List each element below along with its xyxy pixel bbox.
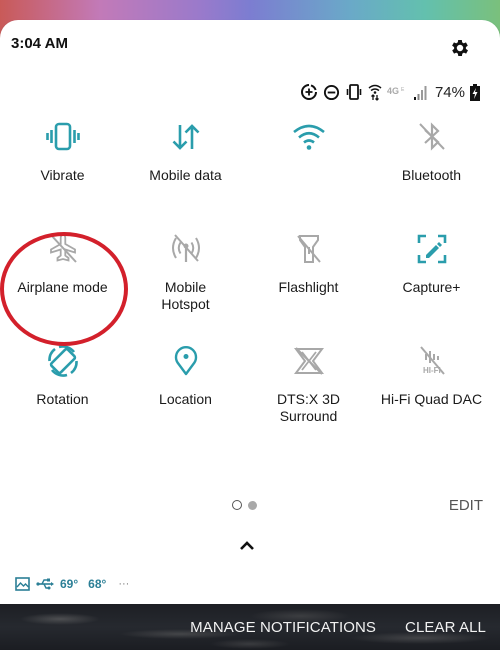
tile-label: Vibrate [40, 167, 85, 183]
tile-airplane-mode[interactable]: Airplane mode [1, 230, 124, 342]
do-not-disturb-icon [323, 84, 340, 100]
page-indicator[interactable] [232, 500, 257, 510]
usb-icon [36, 578, 54, 590]
tile-label: Bluetooth [401, 167, 462, 183]
vibrate-icon [346, 84, 362, 100]
data-saver-icon [300, 84, 317, 100]
svg-text:E: E [401, 87, 405, 93]
airplane-off-icon [46, 232, 80, 266]
collapse-chevron-up-icon[interactable] [239, 540, 255, 552]
tile-mobile-hotspot[interactable]: Mobile Hotspot [124, 230, 247, 342]
tile-label: Rotation [36, 391, 89, 407]
tile-wifi[interactable] [247, 118, 370, 230]
clear-all-button[interactable]: CLEAR ALL [405, 619, 486, 636]
vibrate-icon [45, 120, 80, 154]
notification-footer: MANAGE NOTIFICATIONS CLEAR ALL [0, 604, 500, 650]
capture-plus-icon [415, 232, 449, 266]
battery-charging-icon [470, 83, 480, 101]
battery-percent: 74% [434, 83, 465, 101]
status-icons-row: 4G E 74% [300, 82, 480, 102]
weather-temp-high: 69° [60, 577, 79, 591]
page-dot-2[interactable] [248, 500, 257, 510]
tile-label: Airplane mode [17, 279, 108, 295]
mobile-data-icon [169, 120, 203, 154]
clock: 3:04 AM [11, 35, 68, 52]
manage-notifications-button[interactable]: MANAGE NOTIFICATIONS [190, 619, 376, 636]
tile-hifi-quad-dac[interactable]: HI-FI Hi-Fi Quad DAC [370, 342, 493, 454]
tile-location[interactable]: Location [124, 342, 247, 454]
tile-vibrate[interactable]: Vibrate [1, 118, 124, 230]
tile-flashlight[interactable]: Flashlight [247, 230, 370, 342]
tile-label: Flashlight [278, 279, 339, 295]
tile-label: DTS:X 3D Surround [276, 391, 340, 424]
tile-dts-x-surround[interactable]: DTS:X 3D Surround [247, 342, 370, 454]
page-dot-current[interactable] [232, 500, 242, 510]
image-icon [15, 577, 30, 591]
tile-label: Location [159, 391, 212, 407]
weather-temp-low: 68° [88, 577, 107, 591]
tile-label: Hi-Fi Quad DAC [380, 391, 483, 407]
location-icon [169, 344, 203, 378]
hifi-dac-off-icon: HI-FI [415, 344, 449, 378]
settings-gear-icon[interactable] [449, 37, 471, 59]
svg-text:4G: 4G [387, 86, 399, 96]
signal-strength-icon [413, 86, 427, 100]
tile-bluetooth[interactable]: Bluetooth [370, 118, 493, 230]
wifi-icon [292, 120, 326, 154]
network-4g-icon: 4G E [387, 86, 405, 96]
tile-capture-plus[interactable]: Capture+ [370, 230, 493, 342]
quick-settings-grid: Vibrate Mobile data Bluetooth Airplane m… [0, 118, 500, 454]
tile-label: Mobile data [149, 167, 222, 183]
tile-label: Mobile Hotspot [161, 279, 210, 312]
more-notifications-icon: ··· [118, 578, 130, 590]
tile-rotation[interactable]: Rotation [1, 342, 124, 454]
hotspot-off-icon [169, 232, 203, 266]
tile-mobile-data[interactable]: Mobile data [124, 118, 247, 230]
tile-label: Capture+ [402, 279, 461, 295]
bluetooth-off-icon [415, 120, 449, 154]
notification-icons-strip[interactable]: 69° 68° ··· [0, 563, 500, 605]
rotation-icon [46, 344, 80, 378]
dts-x-off-icon [292, 344, 326, 378]
wifi-data-icon [368, 84, 382, 101]
flashlight-off-icon [292, 232, 326, 266]
edit-button[interactable]: EDIT [449, 497, 483, 514]
